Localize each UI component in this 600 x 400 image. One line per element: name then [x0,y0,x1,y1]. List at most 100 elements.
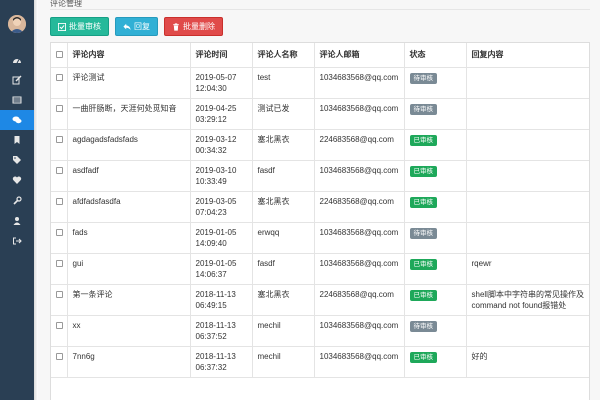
comments-icon [12,116,22,124]
reply-content [466,67,589,99]
sidebar-item-comments[interactable] [0,110,34,130]
table-row[interactable]: 评论测试 2019-05-07 12:04:30 test 1034683568@qq.… [51,67,589,99]
avatar[interactable] [8,15,26,33]
comment-content: 第一条评论 [67,284,191,316]
status-badge[interactable]: 待审核 [409,73,437,84]
comments-table: 评论内容 评论时间 评论人名称 评论人邮箱 状态 回复内容 评论测试 2019-0… [51,43,589,400]
table-row[interactable]: afdfadsfasdfa 2019-03-05 07:04:23 塞北黑衣 22468… [51,191,589,223]
status-badge[interactable]: 待审核 [409,321,437,332]
row-select-cell[interactable] [51,98,68,130]
comment-date: 2019-03-05 [195,197,237,206]
comment-clock: 06:37:32 [195,363,227,372]
status-badge[interactable]: 待审核 [409,228,437,239]
row-checkbox[interactable] [56,260,63,267]
comment-content: 7nn6g [67,346,191,378]
select-all-checkbox[interactable] [56,51,63,58]
batch-delete-label: 批量删除 [183,22,215,31]
comment-time: 2019-03-12 00:34:32 [190,129,253,161]
row-checkbox[interactable] [56,353,63,360]
column-header: 评论内容 [67,43,191,68]
status-cell: 待审核 [404,98,467,130]
status-cell: 已审核 [404,160,467,192]
row-select-cell[interactable] [51,160,68,192]
column-header: 状态 [404,43,467,68]
status-badge[interactable]: 已审核 [409,352,437,363]
commenter-email: 1034683568@qq.com [314,222,405,254]
heart-icon [12,176,22,184]
table-row[interactable]: 一曲肝肠断，天涯何处觅知音 2019-04-25 03:29:12 测试已发 10346… [51,98,589,130]
edit-icon [12,75,22,85]
sidebar-item-users[interactable] [0,211,34,231]
status-cell: 已审核 [404,253,467,285]
batch-delete-button[interactable]: 批量删除 [164,17,223,36]
commenter-name: 塞北黑衣 [252,284,315,316]
status-badge[interactable]: 已审核 [409,135,437,146]
status-badge[interactable]: 已审核 [409,259,437,270]
commenter-email: 1034683568@qq.com [314,346,405,378]
table-row[interactable]: 第一条评论 2018-11-13 06:49:15 塞北黑衣 224683568@qq.… [51,284,589,316]
reply-content [466,191,589,223]
sidebar-item-dashboard[interactable] [0,50,34,70]
table-row[interactable]: xx 2018-11-13 06:37:52 mechil 1034683568@qq.… [51,315,589,347]
comment-clock: 12:04:30 [195,84,227,93]
row-checkbox[interactable] [56,198,63,205]
reply-button[interactable]: 回复 [115,17,158,36]
bookmark-icon [14,136,20,144]
trash-icon [173,22,179,31]
row-select-cell[interactable] [51,67,68,99]
breadcrumb: 评论管理 [50,0,82,8]
row-checkbox[interactable] [56,229,63,236]
table-header-row: 评论内容 评论时间 评论人名称 评论人邮箱 状态 回复内容 [51,43,589,68]
table-row[interactable]: gui 2019-01-05 14:06:37 fasdf 1034683568@qq.… [51,253,589,285]
status-badge[interactable]: 已审核 [409,197,437,208]
batch-approve-button[interactable]: 批量审核 [50,17,109,36]
comment-clock: 14:09:40 [195,239,227,248]
row-select-cell[interactable] [51,222,68,254]
sidebar-item-wrench[interactable] [0,191,34,211]
wrench-icon [13,196,22,205]
status-badge[interactable]: 已审核 [409,166,437,177]
table-row[interactable]: 7nn6g 2018-11-13 06:37:32 mechil 1034683568@… [51,346,589,378]
commenter-name: mechil [252,346,315,378]
select-all-cell[interactable] [51,43,68,68]
sidebar-item-tags[interactable] [0,150,34,170]
sidebar-item-heart[interactable] [0,170,34,190]
table-footer-row [51,377,589,400]
commenter-email: 1034683568@qq.com [314,98,405,130]
sidebar [0,0,34,400]
sidebar-item-table[interactable] [0,90,34,110]
sidebar-item-edit[interactable] [0,70,34,90]
comment-clock: 06:37:52 [195,332,227,341]
comment-date: 2019-01-05 [195,259,237,268]
row-checkbox[interactable] [56,74,63,81]
table-row[interactable]: asdfadf 2019-03-10 10:33:49 fasdf 1034683568… [51,160,589,192]
sidebar-item-sign-out[interactable] [0,231,34,251]
row-select-cell[interactable] [51,129,68,161]
comment-clock: 10:33:49 [195,177,227,186]
commenter-name: mechil [252,315,315,347]
commenter-name: erwqq [252,222,315,254]
row-select-cell[interactable] [51,284,68,316]
commenter-name: 测试已发 [252,98,315,130]
row-select-cell[interactable] [51,315,68,347]
row-checkbox[interactable] [56,167,63,174]
row-select-cell[interactable] [51,346,68,378]
row-checkbox[interactable] [56,322,63,329]
row-select-cell[interactable] [51,191,68,223]
commenter-name: test [252,67,315,99]
comment-clock: 14:06:37 [195,270,227,279]
status-cell: 已审核 [404,284,467,316]
row-select-cell[interactable] [51,253,68,285]
sidebar-item-bookmark[interactable] [0,130,34,150]
row-checkbox[interactable] [56,291,63,298]
row-checkbox[interactable] [56,136,63,143]
table-row[interactable]: fads 2019-01-05 14:09:40 erwqq 1034683568@qq… [51,222,589,254]
column-header: 评论人名称 [252,43,315,68]
comments-table-container: 评论内容 评论时间 评论人名称 评论人邮箱 状态 回复内容 评论测试 2019-0… [50,42,590,400]
status-badge[interactable]: 已审核 [409,290,437,301]
comment-time: 2018-11-13 06:37:32 [190,346,253,378]
row-checkbox[interactable] [56,105,63,112]
status-badge[interactable]: 待审核 [409,104,437,115]
comment-time: 2019-03-05 07:04:23 [190,191,253,223]
table-row[interactable]: agdagadsfadsfads 2019-03-12 00:34:32 塞北黑衣 22… [51,129,589,161]
